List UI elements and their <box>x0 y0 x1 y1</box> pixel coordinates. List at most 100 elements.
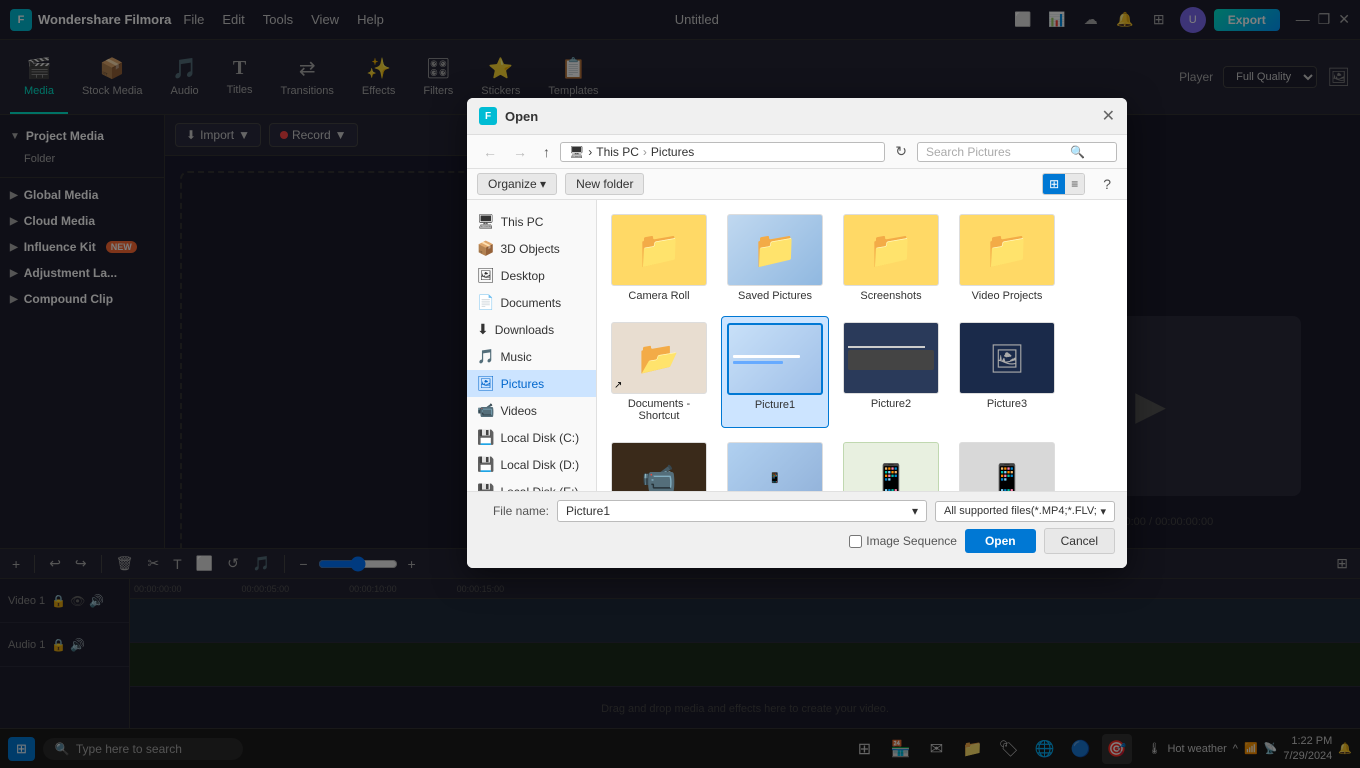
desktop-icon: 🖼 <box>477 267 495 284</box>
nav-this-pc[interactable]: 🖥 This PC <box>467 208 596 235</box>
view-options-button[interactable]: ? <box>1097 174 1117 194</box>
picture2-name: Picture2 <box>871 398 911 410</box>
file-row-1: 📁 Camera Roll 📁 Saved Pictures 📁 Screens… <box>605 208 1119 308</box>
breadcrumb-sep-1: › <box>643 145 647 159</box>
new-folder-button[interactable]: New folder <box>565 173 644 195</box>
breadcrumb-pictures[interactable]: Pictures <box>651 145 694 159</box>
documents-label: Documents <box>500 296 561 310</box>
p4-icon: 📹 <box>642 462 677 492</box>
nav-back-button[interactable]: ← <box>477 142 503 162</box>
nav-forward-button[interactable]: → <box>507 142 533 162</box>
breadcrumb-this-pc[interactable]: This PC <box>596 145 639 159</box>
nav-up-button[interactable]: ↑ <box>537 142 556 162</box>
file-video-projects[interactable]: 📁 Video Projects <box>953 208 1061 308</box>
file-screenshots[interactable]: 📁 Screenshots <box>837 208 945 308</box>
organize-arrow: ▾ <box>540 177 546 191</box>
file-saved-pictures[interactable]: 📁 Saved Pictures <box>721 208 829 308</box>
3d-icon: 📦 <box>477 240 494 257</box>
file-documents-shortcut[interactable]: 📂 ↗ Documents - Shortcut <box>605 316 713 428</box>
shortcut-folder-icon: 📂 <box>639 339 679 377</box>
file-picture3[interactable]: 🖼 Picture3 <box>953 316 1061 428</box>
image-sequence-text: Image Sequence <box>866 534 957 548</box>
cancel-button[interactable]: Cancel <box>1044 528 1115 554</box>
file-camera-roll[interactable]: 📁 Camera Roll <box>605 208 713 308</box>
open-button[interactable]: Open <box>965 529 1036 553</box>
image-sequence-label[interactable]: Image Sequence <box>849 534 957 548</box>
local-c-label: Local Disk (C:) <box>500 431 579 445</box>
this-pc-icon: 🖥 <box>477 213 495 230</box>
this-pc-label: This PC <box>501 215 544 229</box>
file-type-select[interactable]: All supported files(*.MP4;*.FLV; ▾ <box>935 501 1115 522</box>
organize-button[interactable]: Organize ▾ <box>477 173 557 195</box>
view-grid-button[interactable]: ⊞ <box>1043 174 1065 194</box>
nav-desktop[interactable]: 🖼 Desktop <box>467 262 596 289</box>
image-sequence-checkbox[interactable] <box>849 535 862 548</box>
nav-refresh-button[interactable]: ↻ <box>889 141 913 162</box>
samsung01-icon: 📱 <box>769 473 781 484</box>
nav-local-c[interactable]: 💾 Local Disk (C:) <box>467 424 596 451</box>
dialog-body: 🖥 This PC 📦 3D Objects 🖼 Desktop 📄 Docum… <box>467 200 1127 491</box>
filetype-dropdown-icon: ▾ <box>1100 505 1106 518</box>
dialog-titlebar: F Open ✕ <box>467 98 1127 135</box>
file-picture1[interactable]: Picture1 <box>721 316 829 428</box>
breadcrumb-item-0: 🖥 <box>569 145 584 159</box>
saved-pictures-name: Saved Pictures <box>738 290 812 302</box>
desktop-label: Desktop <box>501 269 545 283</box>
file-type-value: All supported files(*.MP4;*.FLV; <box>944 505 1097 517</box>
nav-downloads[interactable]: ⬇ Downloads <box>467 316 596 343</box>
search-field[interactable]: 🔍 <box>917 142 1117 162</box>
nav-3d-objects[interactable]: 📦 3D Objects <box>467 235 596 262</box>
breadcrumb[interactable]: 🖥 › This PC › Pictures <box>560 142 885 162</box>
file-name-input[interactable]: Picture1 ▾ <box>557 500 927 522</box>
disk-d-icon: 💾 <box>477 456 494 473</box>
picture4-thumb: 📹 <box>611 442 707 491</box>
file-row-2: 📂 ↗ Documents - Shortcut Picture1 <box>605 316 1119 428</box>
file-samsung-01[interactable]: 📱 root-samsung-tablet-01 <box>721 436 829 491</box>
disk-c-icon: 💾 <box>477 429 494 446</box>
videos-label: Videos <box>500 404 536 418</box>
file-samsung-02[interactable]: 📱 root-samsung-tablet-02 <box>837 436 945 491</box>
organize-label: Organize <box>488 177 537 191</box>
video-projects-thumb: 📁 <box>959 214 1055 286</box>
downloads-icon: ⬇ <box>477 321 489 338</box>
nav-music[interactable]: 🎵 Music <box>467 343 596 370</box>
nav-videos[interactable]: 📹 Videos <box>467 397 596 424</box>
saved-pictures-thumb: 📁 <box>727 214 823 286</box>
view-list-button[interactable]: ≡ <box>1065 174 1084 194</box>
3d-label: 3D Objects <box>500 242 559 256</box>
screenshots-icon: 📁 <box>869 229 914 271</box>
samsung03-icon: 📱 <box>990 462 1025 492</box>
documents-icon: 📄 <box>477 294 494 311</box>
camera-roll-name: Camera Roll <box>628 290 689 302</box>
screen-line-1 <box>733 355 800 358</box>
disk-e-icon: 💾 <box>477 483 494 491</box>
nav-pictures[interactable]: 🖼 Pictures <box>467 370 596 397</box>
samsung01-thumb: 📱 <box>727 442 823 491</box>
samsung03-thumb: 📱 <box>959 442 1055 491</box>
search-input[interactable] <box>926 145 1066 159</box>
nav-documents[interactable]: 📄 Documents <box>467 289 596 316</box>
pictures-icon: 🖼 <box>477 375 495 392</box>
view-toggle: ⊞ ≡ <box>1042 173 1085 195</box>
nav-local-e[interactable]: 💾 Local Disk (E:) <box>467 478 596 491</box>
picture3-thumb: 🖼 <box>959 322 1055 394</box>
dialog-close-button[interactable]: ✕ <box>1102 106 1115 126</box>
video-folder-icon: 📁 <box>985 229 1030 271</box>
file-name-value: Picture1 <box>566 504 610 518</box>
local-d-label: Local Disk (D:) <box>500 458 579 472</box>
video-projects-name: Video Projects <box>972 290 1043 302</box>
documents-shortcut-thumb: 📂 ↗ <box>611 322 707 394</box>
file-picture4[interactable]: 📹 Picture4 <box>605 436 713 491</box>
p3-icon: 🖼 <box>989 342 1025 375</box>
p2-body <box>848 350 934 370</box>
file-picture2[interactable]: Picture2 <box>837 316 945 428</box>
footer-filename-row: File name: Picture1 ▾ All supported file… <box>479 500 1115 522</box>
file-samsung-03[interactable]: 📱 root-samsung-tablet-03 <box>953 436 1061 491</box>
samsung02-thumb: 📱 <box>843 442 939 491</box>
music-icon: 🎵 <box>477 348 494 365</box>
nav-local-d[interactable]: 💾 Local Disk (D:) <box>467 451 596 478</box>
dialog-logo: F <box>479 107 497 125</box>
folder-icon: 📁 <box>637 229 682 271</box>
dialog-title-text: Open <box>505 109 538 124</box>
screenshots-name: Screenshots <box>860 290 921 302</box>
